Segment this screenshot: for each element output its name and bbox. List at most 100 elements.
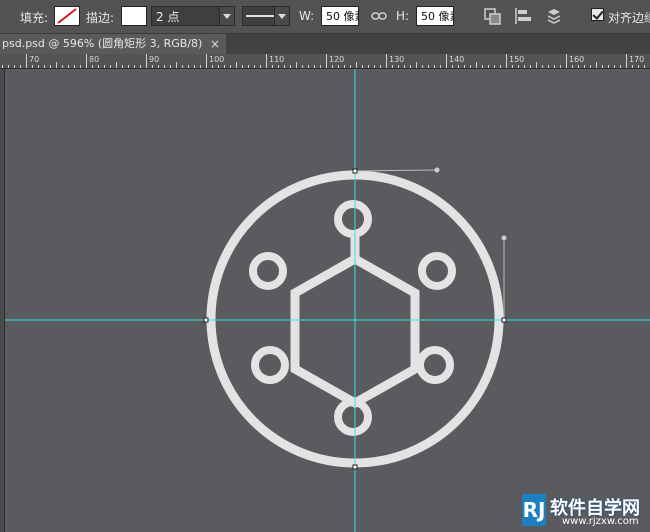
ruler-minor-tick — [14, 65, 15, 68]
ruler-minor-tick — [458, 65, 459, 68]
ruler-minor-tick — [428, 65, 429, 68]
ruler-minor-tick — [170, 65, 171, 68]
ruler-minor-tick — [80, 65, 81, 68]
direction-handle[interactable] — [501, 235, 507, 241]
ruler-minor-tick — [596, 62, 597, 68]
fill-swatch[interactable] — [54, 6, 80, 26]
height-input[interactable]: 50 像素 — [416, 6, 454, 26]
ruler-minor-tick — [218, 65, 219, 68]
ruler-minor-tick — [278, 65, 279, 68]
ruler-minor-tick — [200, 65, 201, 68]
ruler-minor-tick — [62, 65, 63, 68]
ruler-label: 70 — [29, 55, 40, 64]
document-tab[interactable]: psd.psd @ 596% (圆角矩形 3, RGB/8) × — [0, 34, 226, 54]
no-fill-icon — [57, 8, 77, 24]
width-input[interactable]: 50 像素 — [321, 6, 359, 26]
ruler-label: 150 — [509, 55, 525, 64]
ruler-label: 130 — [389, 55, 405, 64]
ruler-label: 110 — [269, 55, 285, 64]
ruler-minor-tick — [572, 65, 573, 68]
anchor-point-left[interactable] — [203, 317, 209, 323]
ruler-minor-tick — [470, 65, 471, 68]
watermark-url: www.rjzxw.com — [562, 516, 639, 527]
ruler-minor-tick — [212, 65, 213, 68]
ruler-minor-tick — [380, 65, 381, 68]
stroke-swatch[interactable] — [121, 6, 147, 26]
path-arrangement-icon[interactable] — [544, 6, 564, 26]
node-top — [334, 200, 372, 238]
ruler-minor-tick — [530, 65, 531, 68]
ruler-minor-tick — [2, 65, 3, 68]
ruler-minor-tick — [236, 62, 237, 68]
anchor-point-top[interactable] — [352, 168, 358, 174]
ruler-minor-tick — [542, 65, 543, 68]
ruler-minor-tick — [248, 65, 249, 68]
stroke-width-value: 2 点 — [156, 10, 180, 24]
ruler-minor-tick — [488, 65, 489, 68]
chevron-down-icon — [274, 7, 289, 25]
ruler-minor-tick — [296, 62, 297, 68]
align-edges-label: 对齐边缘 — [608, 11, 650, 25]
ruler-minor-tick — [392, 65, 393, 68]
ruler-minor-tick — [128, 65, 129, 68]
ruler-minor-tick — [140, 65, 141, 68]
ruler-minor-tick — [416, 62, 417, 68]
options-bar: 填充: 描边: 2 点 W: 50 像素 H: 50 像素 对齐边缘 — [0, 0, 650, 34]
ruler-minor-tick — [374, 65, 375, 68]
ruler-minor-tick — [434, 65, 435, 68]
ruler-minor-tick — [116, 62, 117, 68]
direction-handle[interactable] — [434, 167, 440, 173]
ruler-minor-tick — [314, 65, 315, 68]
ruler-label: 170 — [629, 55, 645, 64]
ruler-minor-tick — [164, 65, 165, 68]
icon-artwork — [5, 69, 650, 532]
ruler-minor-tick — [50, 65, 51, 68]
ruler-minor-tick — [398, 65, 399, 68]
ruler-minor-tick — [44, 65, 45, 68]
ruler-major-tick — [206, 54, 207, 68]
ruler-minor-tick — [8, 65, 9, 68]
path-operations-icon[interactable] — [483, 6, 503, 26]
ruler-minor-tick — [356, 62, 357, 68]
ruler-minor-tick — [110, 65, 111, 68]
node-upper-left — [249, 252, 287, 290]
ruler-minor-tick — [584, 65, 585, 68]
ruler-major-tick — [26, 54, 27, 68]
ruler-label: 80 — [89, 55, 100, 64]
ruler-minor-tick — [260, 65, 261, 68]
ruler-minor-tick — [68, 65, 69, 68]
ruler-minor-tick — [302, 65, 303, 68]
close-icon[interactable]: × — [210, 34, 220, 54]
ruler-minor-tick — [290, 65, 291, 68]
ruler-label: 90 — [149, 55, 160, 64]
ruler-minor-tick — [614, 65, 615, 68]
link-icon[interactable] — [369, 6, 389, 26]
ruler-label: 120 — [329, 55, 345, 64]
ruler-minor-tick — [608, 65, 609, 68]
ruler-minor-tick — [254, 65, 255, 68]
ruler-minor-tick — [242, 65, 243, 68]
ruler-minor-tick — [182, 65, 183, 68]
anchor-point-bottom[interactable] — [352, 464, 358, 470]
path-alignment-icon[interactable] — [513, 6, 533, 26]
ruler-minor-tick — [158, 65, 159, 68]
ruler-minor-tick — [104, 65, 105, 68]
document-canvas[interactable] — [5, 69, 650, 532]
stroke-width-dropdown[interactable]: 2 点 — [151, 6, 235, 26]
ruler-major-tick — [446, 54, 447, 68]
ruler-minor-tick — [632, 65, 633, 68]
stroke-type-dropdown[interactable] — [242, 6, 290, 26]
ruler-minor-tick — [404, 65, 405, 68]
ruler-minor-tick — [188, 65, 189, 68]
ruler-minor-tick — [644, 65, 645, 68]
document-tab-bar: psd.psd @ 596% (圆角矩形 3, RGB/8) × — [0, 34, 650, 54]
ruler-minor-tick — [98, 65, 99, 68]
ruler-minor-tick — [536, 62, 537, 68]
ruler-minor-tick — [122, 65, 123, 68]
align-edges-checkbox[interactable] — [591, 8, 604, 21]
ruler-minor-tick — [224, 65, 225, 68]
anchor-point-right[interactable] — [501, 317, 507, 323]
ruler-minor-tick — [494, 65, 495, 68]
ruler-minor-tick — [272, 65, 273, 68]
horizontal-ruler[interactable]: 70 80 90 100 110 120 130 140 150 160 170 — [0, 54, 650, 69]
